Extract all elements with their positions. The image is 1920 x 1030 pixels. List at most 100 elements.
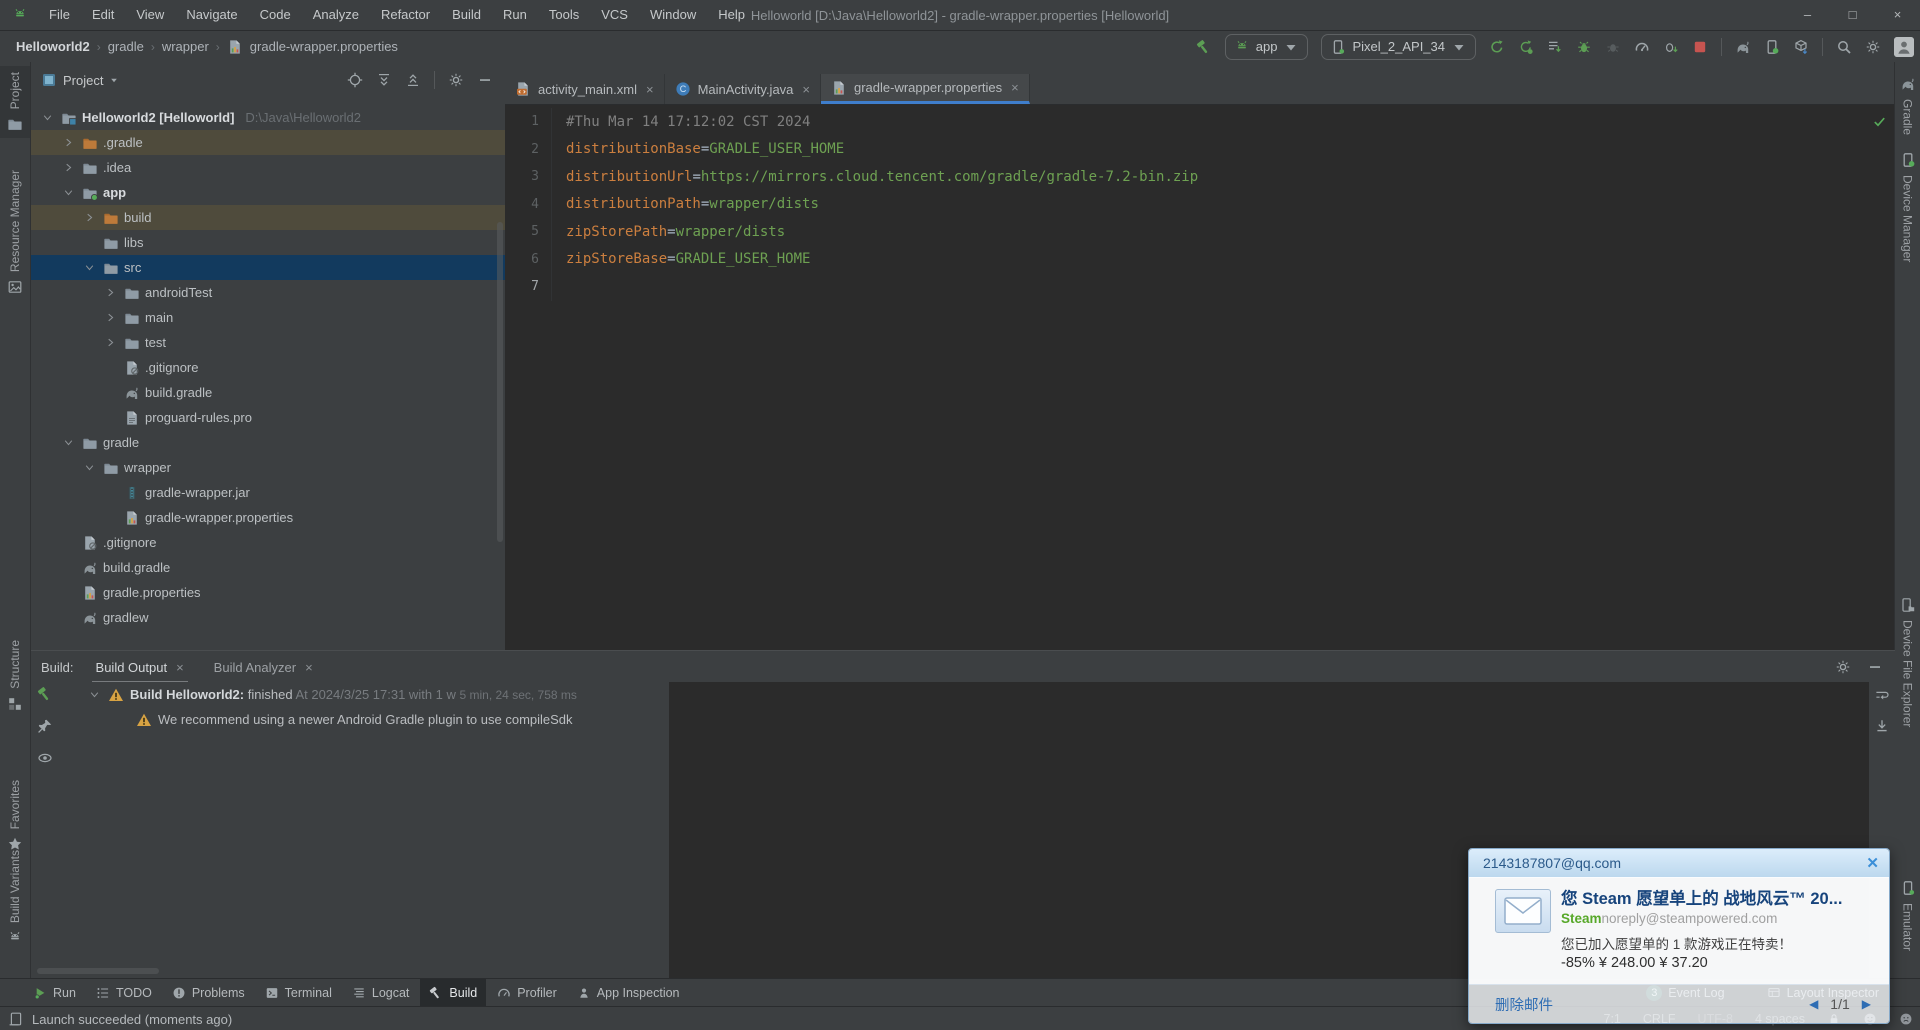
project-tree-scrollbar[interactable] xyxy=(497,222,503,542)
gear-icon[interactable] xyxy=(448,72,464,88)
hide-panel-button[interactable] xyxy=(477,72,493,88)
tree-expand-arrow-icon[interactable] xyxy=(102,312,119,323)
debug-button[interactable] xyxy=(1576,39,1592,55)
build-project-button[interactable] xyxy=(1196,39,1212,55)
menu-help[interactable]: Help xyxy=(707,0,756,30)
view-options-icon[interactable] xyxy=(37,750,53,766)
window-maximize-button[interactable]: □ xyxy=(1830,0,1875,30)
tree-item[interactable]: gradle-wrapper.jar xyxy=(31,480,505,505)
menu-analyze[interactable]: Analyze xyxy=(302,0,370,30)
gear-icon[interactable] xyxy=(1835,659,1851,675)
build-output-row[interactable]: Build Helloworld2: finished At 2024/3/25… xyxy=(59,682,669,707)
code-editor[interactable]: 1 #Thu Mar 14 17:12:02 CST 2024 2 distribut… xyxy=(505,104,1895,650)
locate-file-button[interactable] xyxy=(347,72,363,88)
toolwindow-button-build[interactable]: Build xyxy=(420,979,487,1006)
search-everywhere-button[interactable] xyxy=(1836,39,1852,55)
run-button[interactable] xyxy=(1489,39,1505,55)
tree-item[interactable]: wrapper xyxy=(31,455,505,480)
code-line[interactable]: 2 distributionBase=GRADLE_USER_HOME xyxy=(505,135,1895,163)
apply-changes-button[interactable] xyxy=(1547,39,1563,55)
attach-debugger-button[interactable] xyxy=(1605,39,1621,55)
code-line[interactable]: 7 xyxy=(505,273,1895,301)
tool-window-tab-structure[interactable]: Structure xyxy=(0,640,30,712)
tree-item[interactable]: test xyxy=(31,330,505,355)
apply-code-changes-button[interactable] xyxy=(1663,39,1679,55)
tree-item[interactable]: gradle xyxy=(31,430,505,455)
tree-expand-arrow-icon[interactable] xyxy=(102,287,119,298)
build-tab-build-analyzer[interactable]: Build Analyzer × xyxy=(210,651,317,683)
window-minimize-button[interactable]: – xyxy=(1785,0,1830,30)
tree-expand-arrow-icon[interactable] xyxy=(102,337,119,348)
close-icon[interactable]: × xyxy=(305,660,313,675)
tree-item[interactable]: libs xyxy=(31,230,505,255)
close-icon[interactable]: × xyxy=(1011,80,1019,95)
mail-popup-header[interactable]: 2143187807@qq.com ✕ xyxy=(1469,849,1889,878)
menu-navigate[interactable]: Navigate xyxy=(175,0,248,30)
menu-code[interactable]: Code xyxy=(249,0,302,30)
tree-item[interactable]: main xyxy=(31,305,505,330)
menu-refactor[interactable]: Refactor xyxy=(370,0,441,30)
close-icon[interactable]: × xyxy=(646,82,654,97)
pager-next-icon[interactable]: ▶ xyxy=(1862,997,1871,1011)
pager-prev-icon[interactable]: ◀ xyxy=(1809,997,1818,1011)
tree-collapse-arrow-icon[interactable] xyxy=(60,187,77,198)
toolwindow-button-problems[interactable]: Problems xyxy=(163,979,254,1006)
toolwindow-button-logcat[interactable]: Logcat xyxy=(343,979,419,1006)
breadcrumb-item[interactable]: gradle xyxy=(108,39,144,54)
tree-item[interactable]: gradle.properties xyxy=(31,580,505,605)
inspections-ok-icon[interactable] xyxy=(1872,114,1887,129)
close-icon[interactable]: × xyxy=(176,660,184,675)
build-tab-build-output[interactable]: Build Output × xyxy=(92,651,188,683)
menu-view[interactable]: View xyxy=(125,0,175,30)
toolwindow-button-profiler[interactable]: Profiler xyxy=(488,979,566,1006)
menu-run[interactable]: Run xyxy=(492,0,538,30)
tool-window-tab-project[interactable]: Project xyxy=(0,66,30,139)
editor-tab-activity_main.xml[interactable]: activity_main.xml × xyxy=(505,74,665,104)
tree-item[interactable]: build xyxy=(31,205,505,230)
run-configuration-selector[interactable]: app xyxy=(1224,33,1309,60)
mail-subject[interactable]: 您 Steam 愿望单上的 战地风云™ 20... xyxy=(1561,885,1876,909)
tool-window-tab-resource-manager[interactable]: Resource Manager xyxy=(0,170,30,295)
build-tree-scrollbar[interactable] xyxy=(37,968,159,974)
tree-item[interactable]: Helloworld2 [Helloworld] D:\Java\Hellowor… xyxy=(31,105,505,130)
device-manager-button[interactable] xyxy=(1764,39,1780,55)
menu-edit[interactable]: Edit xyxy=(81,0,125,30)
code-line[interactable]: 6 zipStoreBase=GRADLE_USER_HOME xyxy=(505,245,1895,273)
tree-expand-arrow-icon[interactable] xyxy=(60,162,77,173)
soft-wrap-icon[interactable] xyxy=(1874,688,1890,704)
tree-item[interactable]: androidTest xyxy=(31,280,505,305)
toolwindow-button-run[interactable]: Run xyxy=(24,979,85,1006)
tree-item[interactable]: .gradle xyxy=(31,130,505,155)
menu-build[interactable]: Build xyxy=(441,0,492,30)
account-avatar[interactable] xyxy=(1894,36,1914,57)
code-line[interactable]: 1 #Thu Mar 14 17:12:02 CST 2024 xyxy=(505,108,1895,136)
tool-window-tab-emulator[interactable]: Emulator xyxy=(1895,880,1920,951)
tree-item[interactable]: gradlew xyxy=(31,605,505,630)
collapse-all-button[interactable] xyxy=(405,72,421,88)
project-panel-title[interactable]: Project xyxy=(63,73,103,88)
code-line[interactable]: 4 distributionPath=wrapper/dists xyxy=(505,190,1895,218)
scroll-end-icon[interactable] xyxy=(1874,718,1890,734)
frown-icon[interactable] xyxy=(1899,1012,1913,1026)
window-close-button[interactable]: × xyxy=(1875,0,1920,30)
tree-expand-arrow-icon[interactable] xyxy=(81,212,98,223)
tree-item[interactable]: app xyxy=(31,180,505,205)
tool-window-tab-device-manager[interactable]: Device Manager xyxy=(1895,152,1920,262)
menu-tools[interactable]: Tools xyxy=(538,0,590,30)
close-icon[interactable]: × xyxy=(802,82,810,97)
tree-item[interactable]: .gitignore xyxy=(31,530,505,555)
tree-collapse-arrow-icon[interactable] xyxy=(60,437,77,448)
rerun-debug-button[interactable] xyxy=(1518,39,1534,55)
build-output-row[interactable]: We recommend using a newer Android Gradl… xyxy=(59,707,669,732)
tool-window-tab-device-file-explorer[interactable]: Device File Explorer xyxy=(1895,597,1920,727)
code-line[interactable]: 3 distributionUrl=https://mirrors.cloud.t… xyxy=(505,163,1895,191)
settings-button[interactable] xyxy=(1865,39,1881,55)
pin-icon[interactable] xyxy=(37,718,53,734)
hide-panel-button[interactable] xyxy=(1867,659,1883,675)
breadcrumb-item[interactable]: wrapper xyxy=(162,39,209,54)
tree-expand-arrow-icon[interactable] xyxy=(60,137,77,148)
tree-item[interactable]: gradle-wrapper.properties xyxy=(31,505,505,530)
toolwindow-button-todo[interactable]: TODO xyxy=(87,979,161,1006)
tree-item[interactable]: proguard-rules.pro xyxy=(31,405,505,430)
code-line[interactable]: 5 zipStorePath=wrapper/dists xyxy=(505,218,1895,246)
